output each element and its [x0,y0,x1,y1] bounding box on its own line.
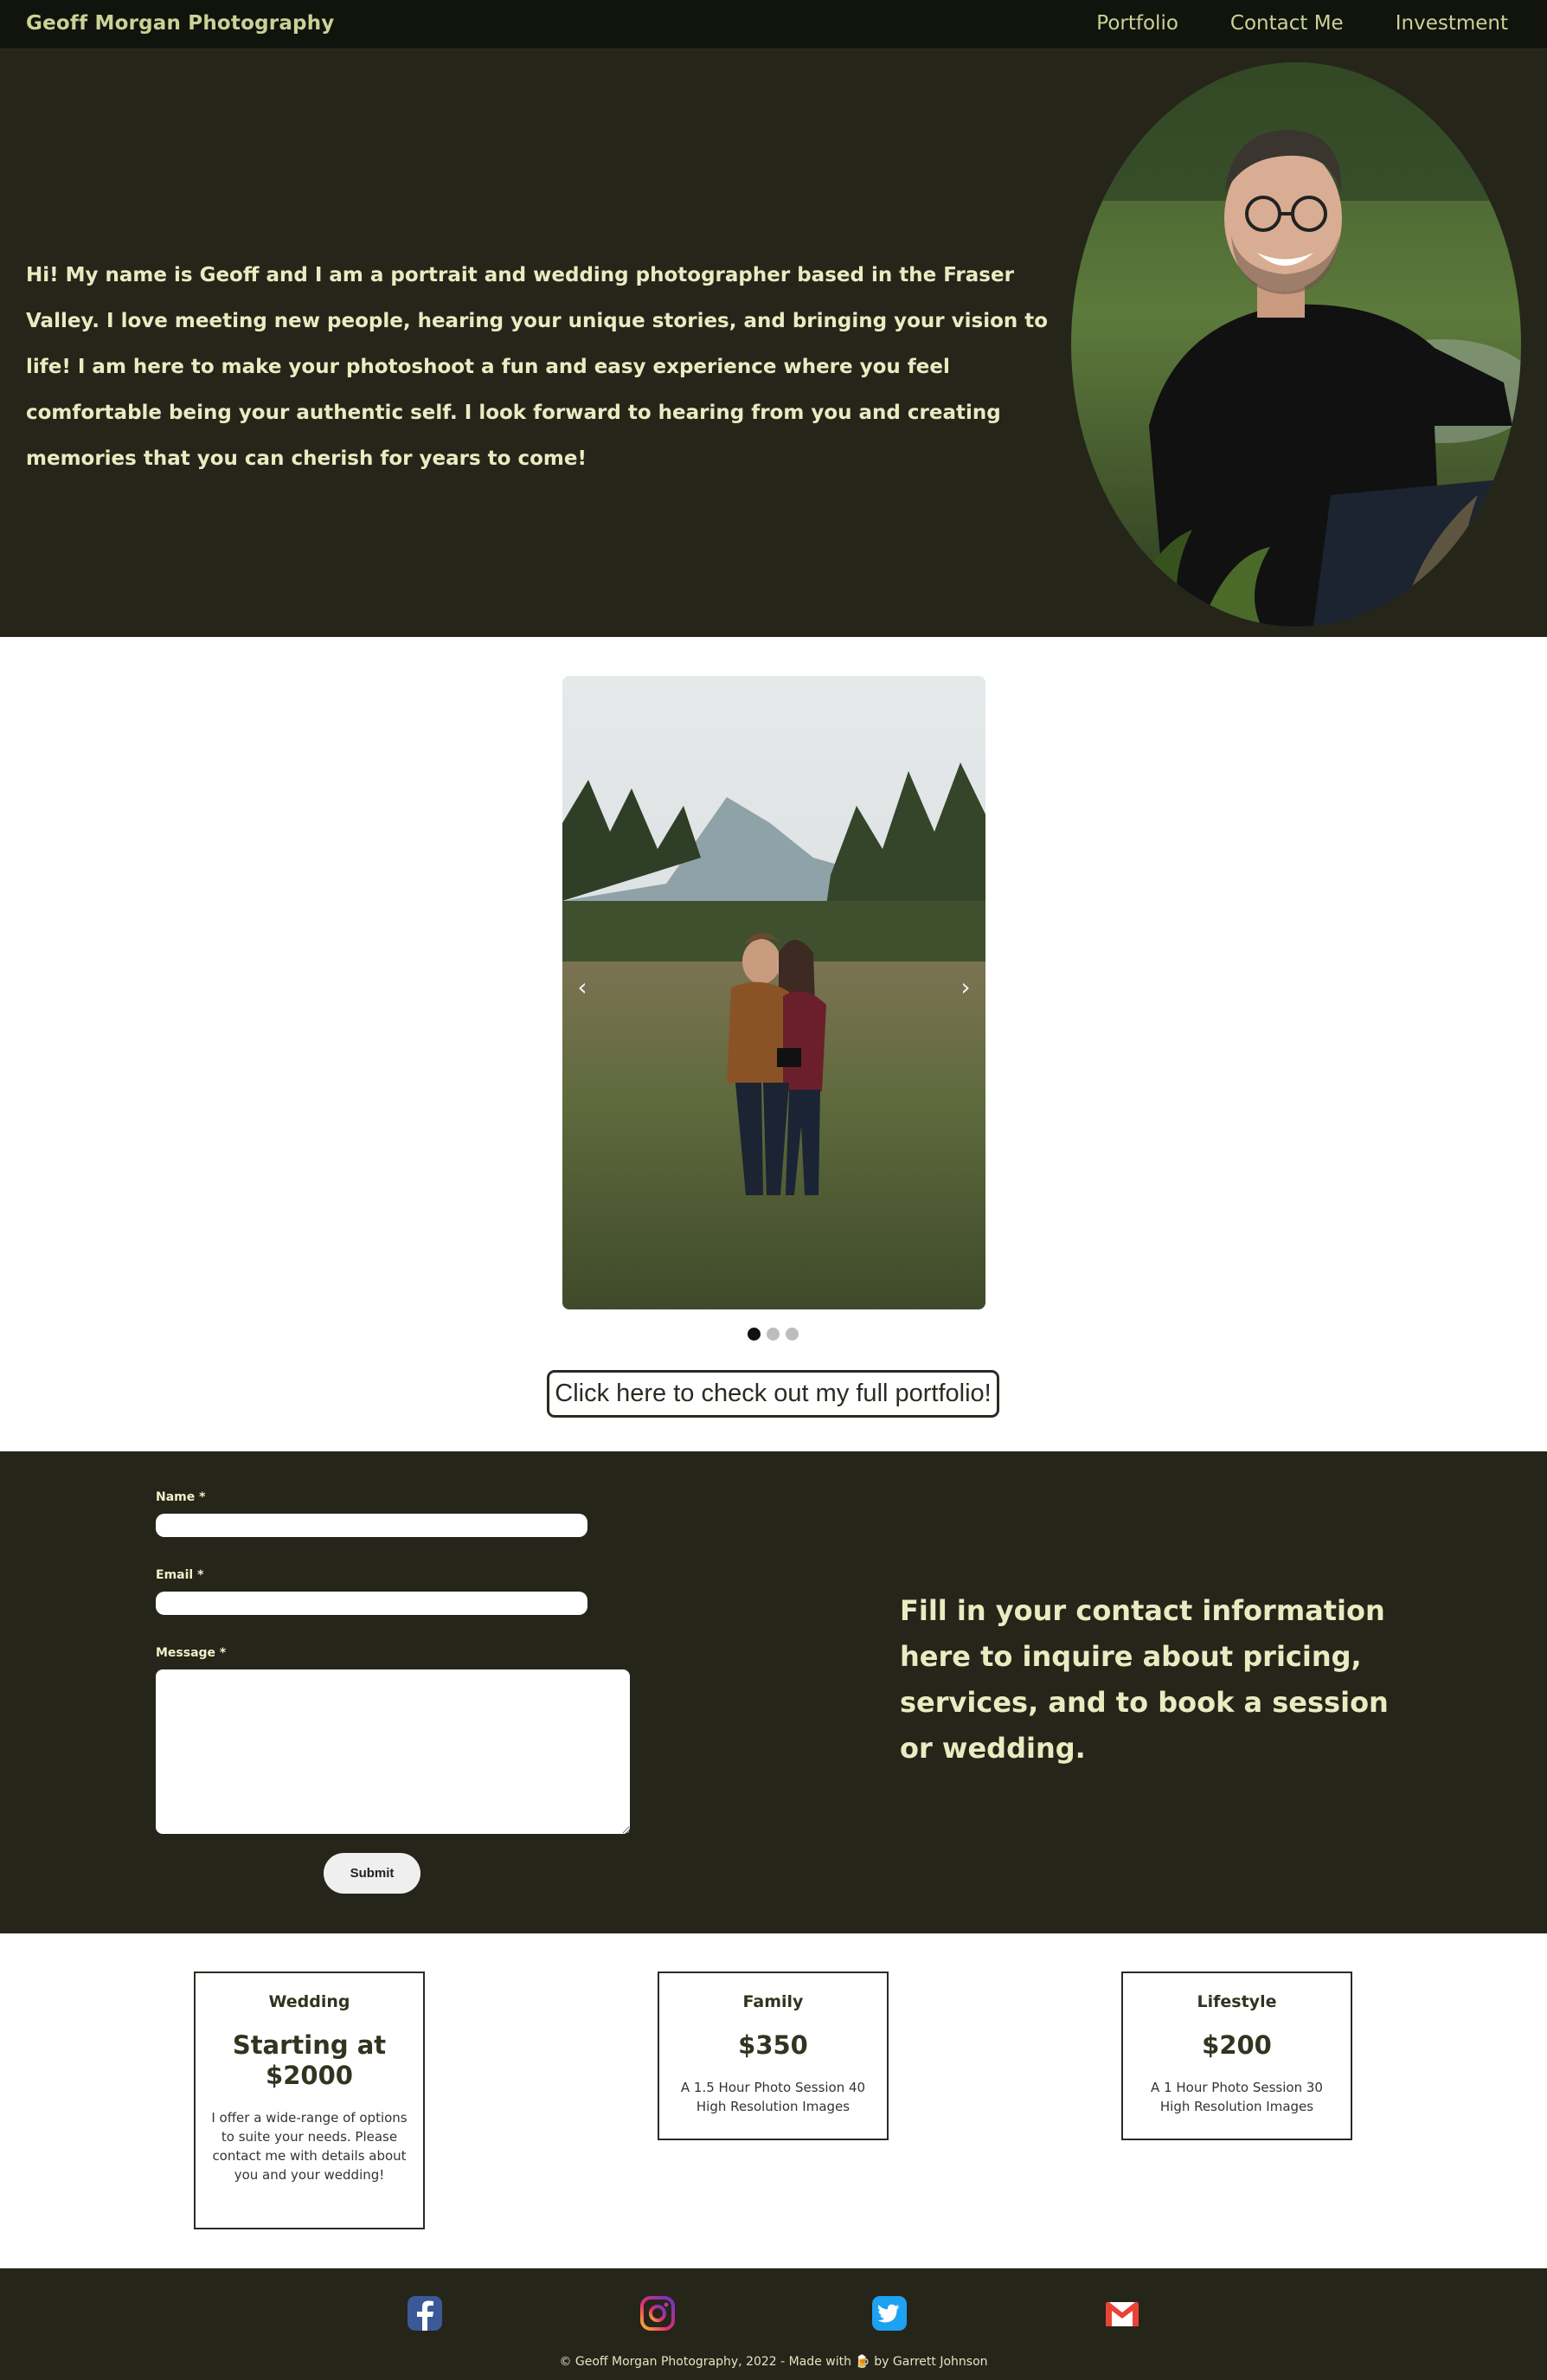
pricing-card-family: Family $350 A 1.5 Hour Photo Session 40 … [658,1972,889,2140]
pricing-card-lifestyle: Lifestyle $200 A 1 Hour Photo Session 30… [1121,1972,1352,2140]
pricing-description: A 1 Hour Photo Session 30 High Resolutio… [1151,2080,1323,2114]
bio-text: Hi! My name is Geoff and I am a portrait… [26,264,1049,470]
pricing-price: $350 [738,2030,808,2060]
nav-links: Portfolio Contact Me Investment [1096,12,1508,35]
nav-link-contact[interactable]: Contact Me [1230,12,1344,35]
nav-link-portfolio[interactable]: Portfolio [1096,12,1178,35]
top-navbar: Geoff Morgan Photography Portfolio Conta… [0,0,1547,49]
pricing-card-wedding: Wedding Starting at $2000 I offer a wide… [194,1972,425,2229]
submit-button[interactable]: Submit [324,1853,420,1894]
name-field[interactable] [156,1514,587,1537]
twitter-icon[interactable] [870,2294,908,2332]
carousel-dot-2[interactable] [767,1328,780,1341]
carousel-indicators [748,1328,799,1341]
pricing-title: Wedding [268,1992,350,2011]
message-label: Message * [156,1646,227,1660]
full-portfolio-button[interactable]: Click here to check out my full portfoli… [547,1370,999,1418]
name-label: Name * [156,1490,206,1504]
hero-section: Hi! My name is Geoff and I am a portrait… [0,49,1547,637]
pricing-title: Family [742,1992,804,2011]
carousel-prev-icon[interactable]: ‹ [569,970,595,1005]
gmail-icon[interactable] [1103,2294,1141,2332]
instagram-icon[interactable] [639,2294,677,2332]
pricing-description: I offer a wide-range of options to suite… [211,2110,408,2183]
facebook-icon[interactable] [406,2294,444,2332]
carousel-next-icon[interactable]: › [953,970,979,1005]
carousel-slide-image [562,676,985,1309]
portrait-photo [1071,62,1521,627]
copyright-text: © Geoff Morgan Photography, 2022 - Made … [559,2355,988,2369]
pricing-price: $200 [1202,2030,1272,2060]
carousel-dot-1[interactable] [748,1328,761,1341]
pricing-title: Lifestyle [1197,1992,1277,2011]
message-field[interactable] [156,1669,630,1834]
email-field[interactable] [156,1592,587,1615]
photo-carousel[interactable]: ‹ › [562,676,985,1309]
brand-logo-text[interactable]: Geoff Morgan Photography [26,12,334,35]
carousel-dot-3[interactable] [786,1328,799,1341]
footer: © Geoff Morgan Photography, 2022 - Made … [0,2268,1547,2380]
pricing-description: A 1.5 Hour Photo Session 40 High Resolut… [680,2080,866,2114]
pricing-price: Starting at $2000 [232,2030,387,2090]
contact-blurb: Fill in your contact information here to… [900,1594,1389,1765]
nav-link-investment[interactable]: Investment [1396,12,1508,35]
email-label: Email * [156,1568,204,1582]
